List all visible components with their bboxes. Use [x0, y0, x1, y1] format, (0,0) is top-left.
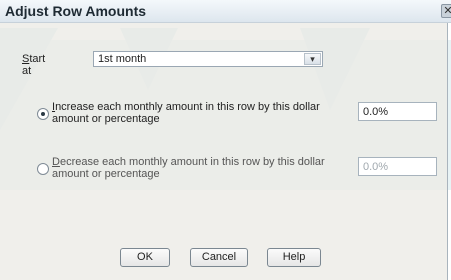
adjust-row-amounts-dialog: Adjust Row Amounts ✕ Start at 1st month …	[0, 0, 451, 280]
title-bar: Adjust Row Amounts ✕	[0, 0, 451, 23]
increase-label-line-1: Increase each monthly amount in this row…	[52, 101, 320, 113]
increase-amount-field[interactable]: 0.0%	[358, 102, 437, 121]
start-at-dropdown[interactable]: 1st month ▾	[93, 51, 323, 67]
ok-button[interactable]: OK	[120, 248, 170, 267]
close-icon: ✕	[443, 5, 451, 17]
decrease-option-label[interactable]: Decrease each monthly amount in this row…	[52, 156, 352, 180]
cancel-button[interactable]: Cancel	[190, 248, 248, 267]
start-at-label: Start at	[22, 53, 46, 77]
chevron-down-icon: ▾	[310, 54, 315, 64]
dropdown-button[interactable]: ▾	[304, 53, 321, 65]
decrease-label-line-2: amount or percentage	[52, 168, 160, 180]
dialog-title: Adjust Row Amounts	[5, 3, 147, 19]
increase-option-label[interactable]: Increase each monthly amount in this row…	[52, 101, 352, 125]
decrease-label-line-1: Decrease each monthly amount in this row…	[52, 156, 325, 168]
increase-label-line-2: amount or percentage	[52, 113, 160, 125]
increase-radio[interactable]	[37, 108, 49, 120]
close-button[interactable]: ✕	[441, 4, 451, 18]
decrease-radio[interactable]	[37, 163, 49, 175]
start-at-selected-value: 1st month	[98, 53, 147, 65]
decrease-amount-field[interactable]: 0.0%	[358, 157, 437, 176]
help-button[interactable]: Help	[267, 248, 321, 267]
